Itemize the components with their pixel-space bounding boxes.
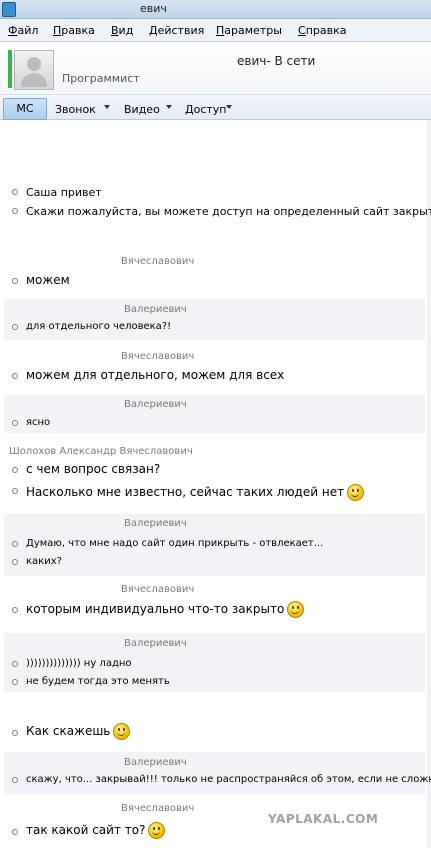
- window-title: евич: [140, 2, 167, 15]
- avatar[interactable]: [14, 50, 54, 90]
- message-bullet-icon: [12, 607, 18, 613]
- message-bullet-icon: [12, 679, 18, 685]
- smiley-icon: [148, 822, 166, 839]
- message-block-bg: [4, 752, 425, 794]
- message-text: )))))))))))))) ну ладно: [26, 658, 132, 669]
- message-bullet-icon: [12, 189, 18, 195]
- message-bullet-icon: [12, 661, 18, 667]
- call-dropdown-icon[interactable]: [104, 105, 110, 109]
- access-button[interactable]: Доступ: [185, 103, 226, 116]
- presence-indicator: [8, 50, 12, 88]
- sender-name: Шолохов Александр Вячеславович: [9, 446, 193, 457]
- message-line: так какой сайт то?: [26, 822, 166, 839]
- call-button[interactable]: Звонок: [55, 103, 96, 116]
- menu-help[interactable]: Справка: [298, 24, 346, 37]
- menu-actions[interactable]: Действия: [149, 24, 204, 37]
- menu-file[interactable]: Файл: [8, 24, 38, 37]
- sender-name: Вячеславович: [121, 584, 195, 595]
- message-text: Думаю, что мне надо сайт один прикрыть -…: [26, 538, 324, 549]
- message-bullet-icon: [12, 559, 18, 565]
- message-text: каких?: [26, 556, 62, 567]
- sender-name: Валериевич: [124, 399, 187, 410]
- message-bullet-icon: [12, 777, 18, 783]
- message-bullet-icon: [12, 208, 18, 214]
- message-bullet-icon: [12, 730, 18, 736]
- message-line: которым индивидуально что-то закрыто: [26, 601, 305, 618]
- message-text: Скажи пожалуйста, вы можете доступ на оп…: [26, 205, 431, 218]
- message-block-bg: [4, 395, 425, 433]
- message-text: не будем тогда это менять: [26, 676, 170, 687]
- sender-name: Вячеславович: [121, 256, 195, 267]
- message-text: для отдельного человека?!: [26, 321, 172, 332]
- tab-im[interactable]: МС: [3, 98, 47, 120]
- menu-options[interactable]: Параметры: [216, 24, 282, 37]
- avatar-body-icon: [21, 73, 47, 87]
- message-bullet-icon: [12, 467, 18, 473]
- menu-view[interactable]: Вид: [111, 24, 133, 37]
- message-bullet-icon: [12, 373, 18, 379]
- message-line: Как скажешь: [26, 723, 131, 740]
- message-text: можем для отдельного, можем для всех: [26, 368, 285, 382]
- message-bullet-icon: [12, 488, 18, 494]
- sender-name: Вячеславович: [121, 351, 195, 362]
- sender-name: Валериевич: [124, 757, 187, 768]
- menu-edit[interactable]: Правка: [53, 24, 95, 37]
- watermark: YAPLAKAL.COM: [268, 812, 379, 826]
- message-text: можем: [26, 273, 70, 287]
- video-button[interactable]: Видео: [124, 103, 160, 116]
- message-text: скажу, что... закрывай!!! только не расп…: [26, 774, 431, 785]
- scrollbar[interactable]: [427, 120, 431, 848]
- message-text: которым индивидуально что-то закрыто: [26, 602, 285, 616]
- smiley-icon: [347, 484, 365, 501]
- menu-bar: Файл Правка Вид Действия Параметры Справ…: [0, 19, 431, 42]
- sender-name: Валериевич: [124, 518, 187, 529]
- message-bullet-icon: [12, 324, 18, 330]
- message-bullet-icon: [12, 541, 18, 547]
- smiley-icon: [287, 601, 305, 618]
- sender-name: Валериевич: [124, 304, 187, 315]
- message-bullet-icon: [12, 829, 18, 835]
- message-bullet-icon: [12, 420, 18, 426]
- message-text: с чем вопрос связан?: [26, 462, 161, 476]
- sender-name: Вячеславович: [121, 803, 195, 814]
- title-bar: евич: [0, 0, 431, 19]
- message-bullet-icon: [12, 278, 18, 284]
- contact-job: Программист: [62, 72, 140, 85]
- access-dropdown-icon[interactable]: [226, 105, 232, 109]
- message-line: Насколько мне известно, сейчас таких люд…: [26, 484, 365, 501]
- message-text: Как скажешь: [26, 724, 111, 738]
- message-text: Насколько мне известно, сейчас таких люд…: [26, 485, 345, 499]
- contact-status-line: евич- В сети: [237, 54, 316, 68]
- avatar-head-icon: [27, 57, 41, 71]
- contact-header: [0, 42, 431, 95]
- message-text: Саша привет: [26, 186, 102, 199]
- sender-name: Валериевич: [124, 638, 187, 649]
- app-icon: [2, 2, 16, 17]
- video-dropdown-icon[interactable]: [166, 105, 172, 109]
- message-block-bg: [4, 299, 425, 340]
- message-text: так какой сайт то?: [26, 823, 146, 837]
- smiley-icon: [113, 723, 131, 740]
- message-text: ясно: [26, 417, 51, 428]
